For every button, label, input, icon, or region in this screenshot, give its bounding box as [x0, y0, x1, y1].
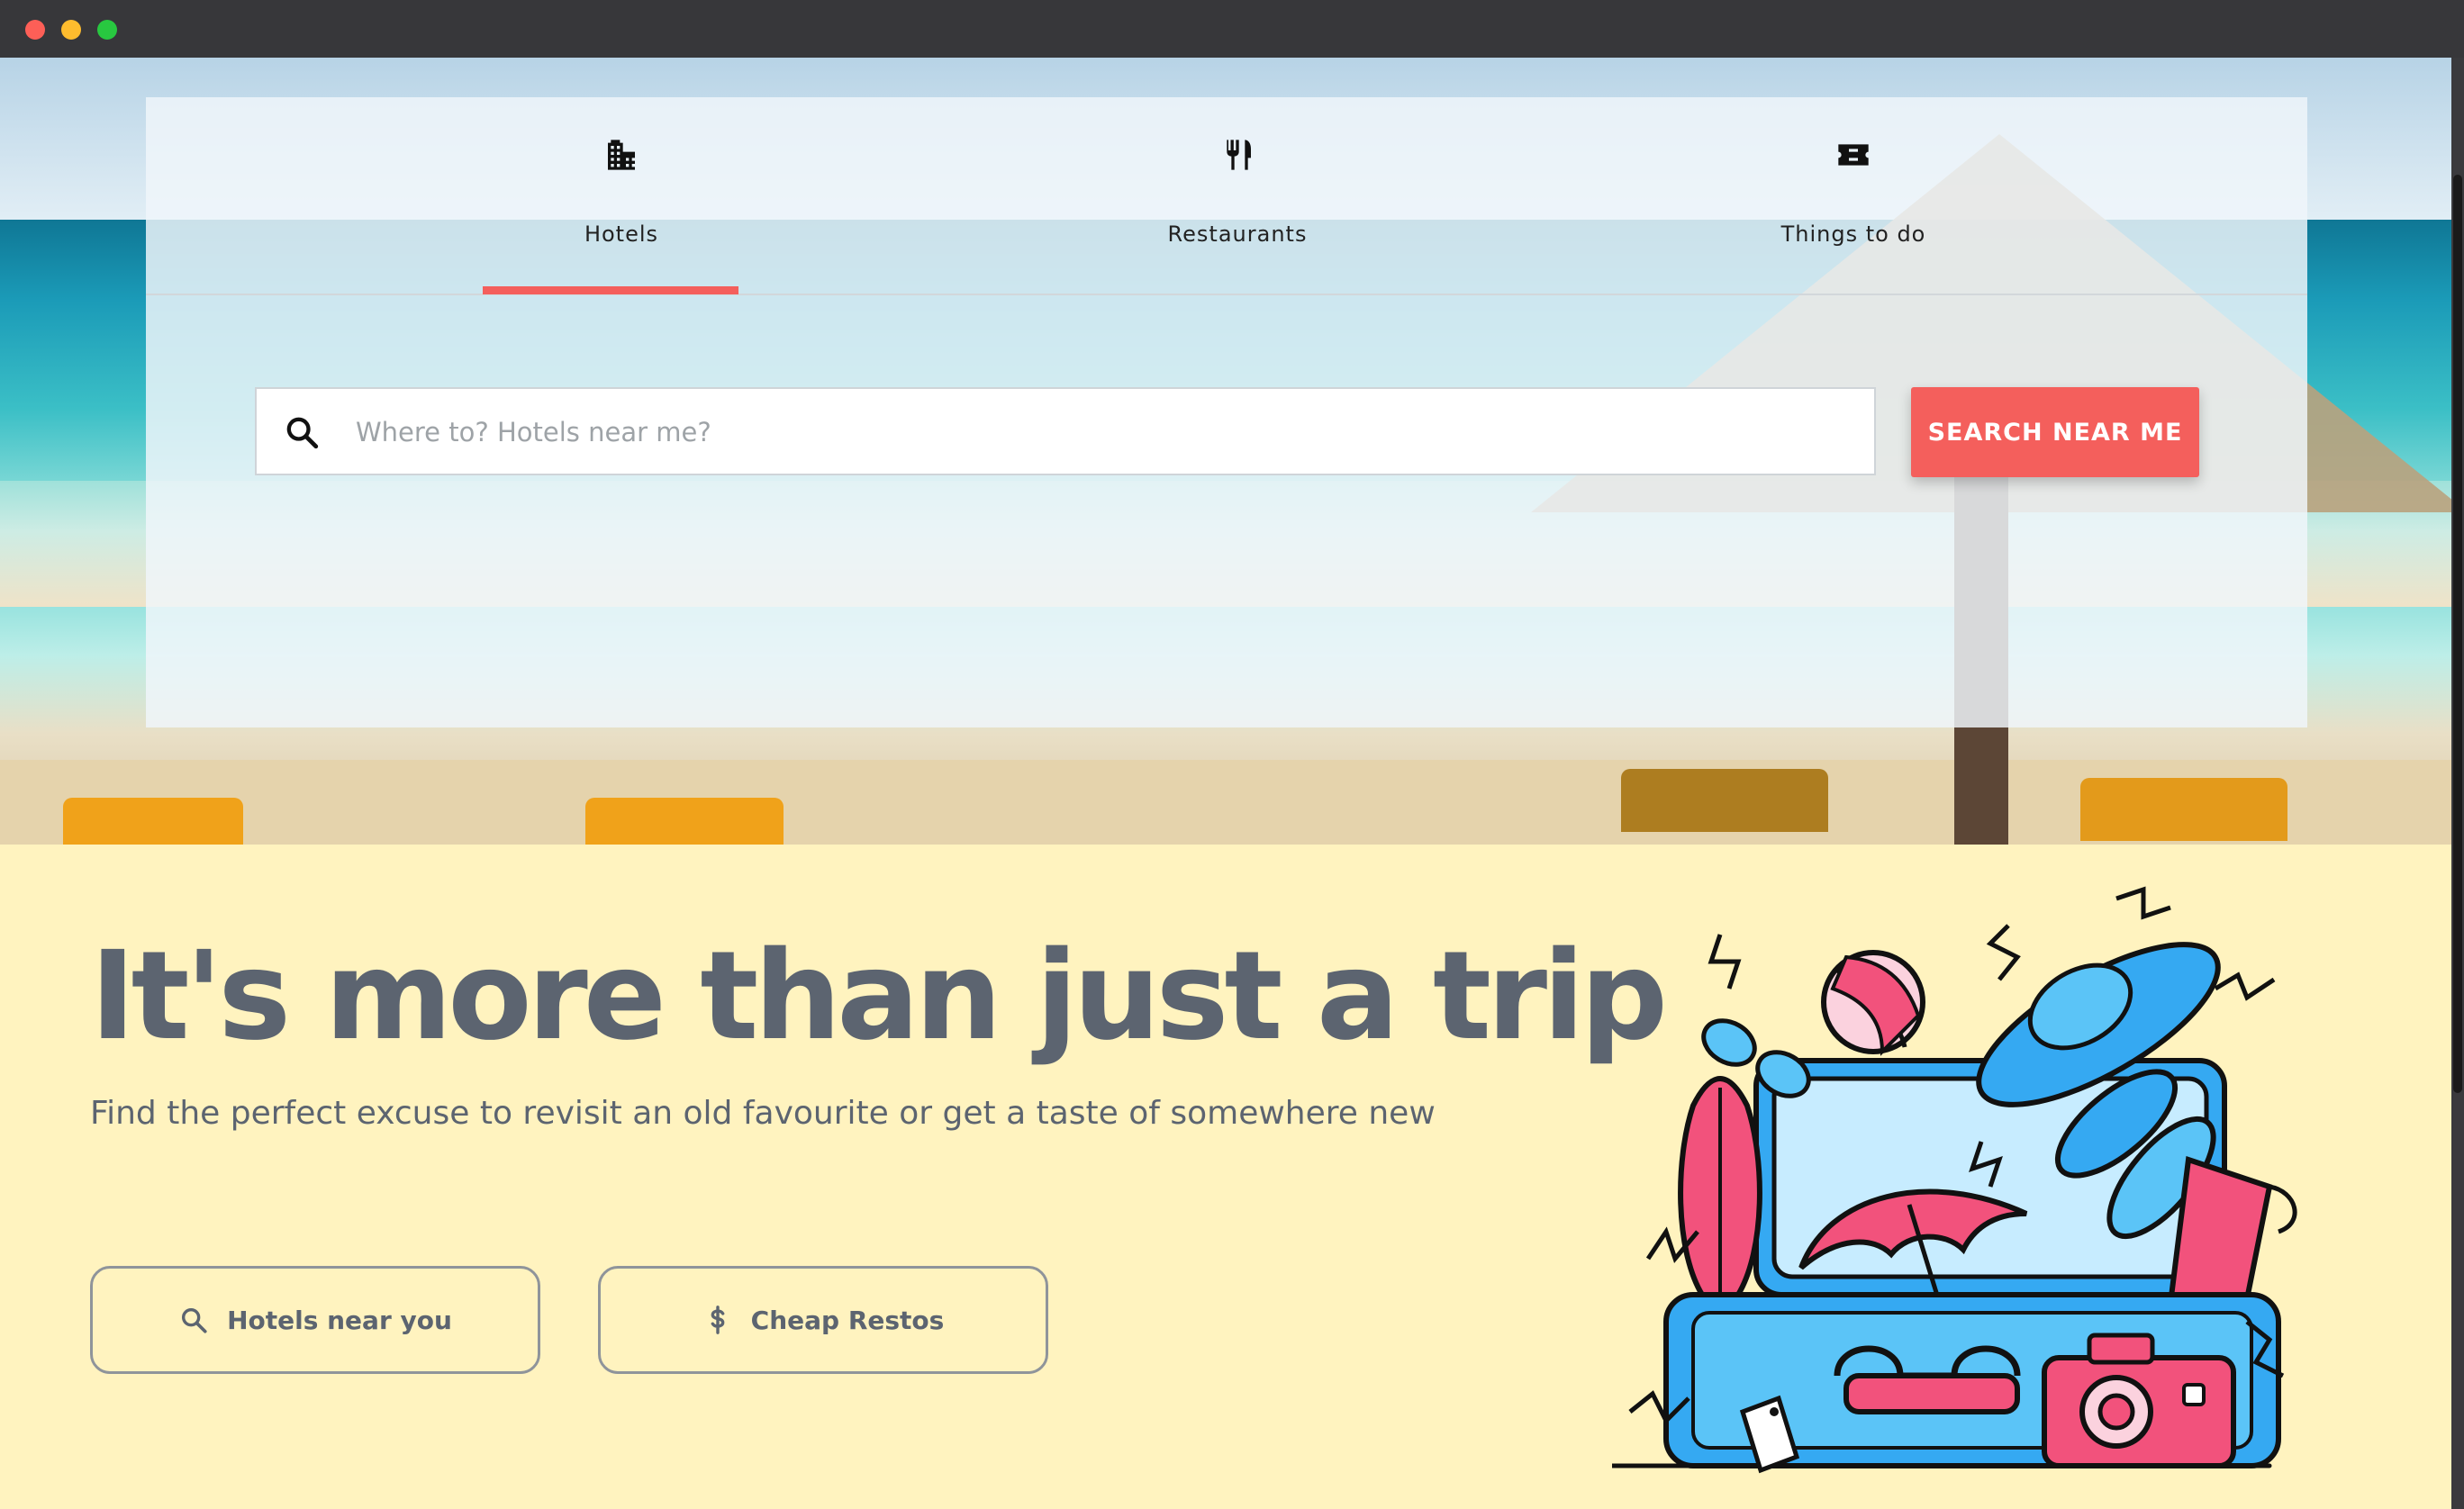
search-icon — [286, 417, 319, 449]
scrollbar-thumb[interactable] — [2453, 175, 2462, 1093]
fork-knife-icon — [1225, 140, 1251, 170]
active-tab-indicator — [483, 286, 738, 294]
dollar-icon — [711, 1306, 725, 1334]
search-input[interactable] — [356, 405, 1851, 459]
button-label: Hotels near you — [227, 1305, 452, 1335]
promo-subline: Find the perfect excuse to revisit an ol… — [90, 1095, 1436, 1132]
beach-chair — [2080, 778, 2287, 841]
promo-headline: It's more than just a trip — [90, 926, 1668, 1068]
hotels-near-you-button[interactable]: Hotels near you — [90, 1266, 540, 1374]
building-icon — [608, 140, 635, 170]
category-tabs: Hotels Restaurants Things to do — [146, 97, 2307, 295]
suitcase-illustration — [1612, 886, 2297, 1474]
tab-hotels[interactable]: Hotels — [486, 97, 756, 295]
ticket-icon — [1838, 144, 1869, 166]
maximize-window-button[interactable] — [97, 20, 117, 40]
tab-label: Restaurants — [1167, 221, 1308, 247]
beach-chair — [585, 798, 784, 845]
tab-label: Hotels — [584, 221, 659, 247]
promo-section: It's more than just a trip Find the perf… — [0, 845, 2464, 1509]
button-label: Cheap Restos — [750, 1305, 945, 1335]
search-near-me-button[interactable]: SEARCH NEAR ME — [1911, 387, 2199, 477]
search-field[interactable] — [255, 387, 1876, 475]
beach-chair — [63, 798, 243, 845]
window-titlebar — [0, 0, 2464, 58]
page-scrollbar[interactable] — [2451, 58, 2464, 1509]
search-panel: Hotels Restaurants Things to do SEARCH N… — [146, 97, 2307, 727]
search-icon — [182, 1307, 207, 1333]
tab-label: Things to do — [1780, 221, 1926, 247]
tab-restaurants[interactable]: Restaurants — [1102, 97, 1372, 295]
minimize-window-button[interactable] — [61, 20, 81, 40]
cheap-restos-button[interactable]: Cheap Restos — [598, 1266, 1048, 1374]
tab-things-to-do[interactable]: Things to do — [1718, 97, 1988, 295]
beach-chair — [1621, 769, 1828, 832]
close-window-button[interactable] — [25, 20, 45, 40]
